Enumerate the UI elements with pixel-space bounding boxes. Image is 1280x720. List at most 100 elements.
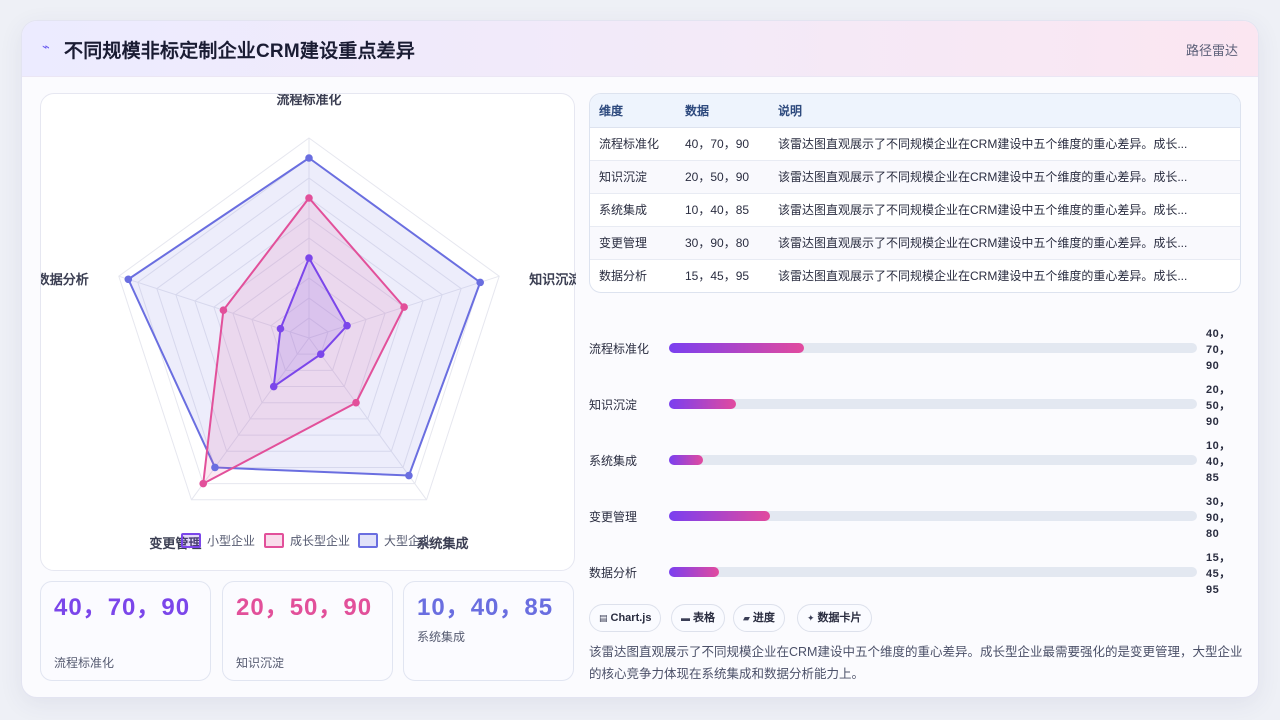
progress-value: 15，45，95 xyxy=(1206,552,1231,596)
table-cell: 该雷达图直观展示了不同规模企业在CRM建设中五个维度的重心差异。成长... xyxy=(769,159,1240,193)
stat-card-2: 20，50，90 知识沉淀 xyxy=(222,581,393,681)
stat-label: 知识沉淀 xyxy=(236,656,285,670)
summary-text: 该雷达图直观展示了不同规模企业在CRM建设中五个维度的重心差异。成长型企业最需要… xyxy=(589,645,1243,681)
progress-row: 数据分析 15，45，95 xyxy=(589,547,1249,597)
progress-fill xyxy=(669,567,720,577)
radar-point xyxy=(343,321,351,330)
table-cell: 知识沉淀 xyxy=(590,159,676,193)
progress-icon: ▰ xyxy=(743,613,750,623)
badge-table[interactable]: ▬ 表格 xyxy=(671,604,725,632)
table-cell: 变更管理 xyxy=(590,225,676,259)
radar-axis-label: 流程标准化 xyxy=(276,94,341,107)
table-icon: ▬ xyxy=(681,613,690,623)
header-tag: 路径雷达 xyxy=(1185,43,1238,58)
progress-fill xyxy=(669,343,804,353)
radar-point xyxy=(124,275,133,284)
table-cell: 40，70，90 xyxy=(676,126,769,160)
badge-chartjs[interactable]: ▤ Chart.js xyxy=(589,604,662,632)
chart-icon: ▤ xyxy=(599,613,608,623)
table-cell: 数据分析 xyxy=(590,258,676,292)
legend-label: 成长型企业 xyxy=(290,533,350,548)
page-title: 不同规模非标定制企业CRM建设重点差异 xyxy=(64,41,416,62)
radar-axis-label: 知识沉淀 xyxy=(529,272,576,287)
progress-fill xyxy=(669,455,703,465)
radar-chart: 流程标准化知识沉淀系统集成变更管理数据分析小型企业成长型企业大型企业 xyxy=(41,94,576,551)
stat-card-1: 40，70，90 流程标准化 xyxy=(40,581,211,681)
column-header: 数据 xyxy=(676,94,769,128)
sparkle-icon: ✦ xyxy=(807,613,815,623)
badge-progress[interactable]: ▰ 进度 xyxy=(733,604,785,632)
progress-row: 知识沉淀 20，50，90 xyxy=(589,379,1249,429)
stat-label: 系统集成 xyxy=(417,630,466,644)
table-cell: 该雷达图直观展示了不同规模企业在CRM建设中五个维度的重心差异。成长... xyxy=(769,126,1240,160)
badge-label: 数据卡片 xyxy=(817,612,862,624)
radar-point xyxy=(405,471,413,480)
radar-point xyxy=(400,303,408,311)
column-header: 维度 xyxy=(590,94,676,128)
legend-swatch xyxy=(358,533,378,548)
progress-value: 20，50，90 xyxy=(1206,384,1231,428)
table-row: 变更管理 30，90，80 该雷达图直观展示了不同规模企业在CRM建设中五个维度… xyxy=(590,225,1240,259)
radar-point xyxy=(305,254,313,262)
badge-label: 进度 xyxy=(752,612,775,624)
progress-row: 流程标准化 40，70，90 xyxy=(589,323,1249,373)
radar-point xyxy=(199,479,207,488)
progress-label: 流程标准化 xyxy=(589,342,650,356)
radar-chart-panel: 流程标准化知识沉淀系统集成变更管理数据分析小型企业成长型企业大型企业 xyxy=(40,93,576,571)
table-cell: 该雷达图直观展示了不同规模企业在CRM建设中五个维度的重心差异。成长... xyxy=(769,258,1240,292)
legend-label: 小型企业 xyxy=(207,533,255,548)
data-table: 维度 数据 说明 流程标准化 40，70，90 该雷达图直观展示了不同规模企业在… xyxy=(589,93,1241,293)
table-cell: 10，40，85 xyxy=(676,192,769,226)
radar-point xyxy=(305,154,313,162)
radar-point xyxy=(219,306,228,314)
legend-swatch xyxy=(181,533,201,548)
table-header-row: 维度 数据 说明 xyxy=(590,94,1240,128)
table-cell: 20，50，90 xyxy=(676,159,769,193)
stat-value: 40，70，90 xyxy=(54,594,191,621)
table-cell: 该雷达图直观展示了不同规模企业在CRM建设中五个维度的重心差异。成长... xyxy=(769,192,1240,226)
stat-value: 10，40，85 xyxy=(417,594,554,621)
progress-track xyxy=(669,399,1197,409)
badge-data-card[interactable]: ✦ 数据卡片 xyxy=(797,604,872,632)
progress-label: 系统集成 xyxy=(589,454,638,468)
progress-track xyxy=(669,455,1197,465)
table-row: 数据分析 15，45，95 该雷达图直观展示了不同规模企业在CRM建设中五个维度… xyxy=(590,258,1240,292)
table-row: 知识沉淀 20，50，90 该雷达图直观展示了不同规模企业在CRM建设中五个维度… xyxy=(590,159,1240,193)
progress-value: 30，90，80 xyxy=(1206,496,1231,540)
radar-point xyxy=(476,278,484,287)
radar-point xyxy=(352,398,360,407)
radar-point xyxy=(276,324,285,333)
table-row: 流程标准化 40，70，90 该雷达图直观展示了不同规模企业在CRM建设中五个维… xyxy=(590,126,1240,160)
dashboard-card: ⌁ 不同规模非标定制企业CRM建设重点差异 路径雷达 流程标准化知识沉淀系统集成… xyxy=(21,20,1259,698)
radar-axis-label: 数据分析 xyxy=(41,272,89,287)
table-cell: 15，45，95 xyxy=(676,258,769,292)
table-cell: 流程标准化 xyxy=(590,126,676,160)
pulse-icon: ⌁ xyxy=(42,39,50,54)
progress-track xyxy=(669,343,1197,353)
radar-point xyxy=(305,194,313,202)
badge-label: Chart.js xyxy=(610,612,652,624)
progress-list: 流程标准化 40，70，90 知识沉淀 20，50，90 系统集成 10，40，… xyxy=(589,305,1249,597)
legend-swatch xyxy=(264,533,284,548)
progress-row: 系统集成 10，40，85 xyxy=(589,435,1249,485)
progress-track xyxy=(669,567,1197,577)
progress-row: 变更管理 30，90，80 xyxy=(589,491,1249,541)
table-cell: 该雷达图直观展示了不同规模企业在CRM建设中五个维度的重心差异。成长... xyxy=(769,225,1240,259)
table-cell: 系统集成 xyxy=(590,192,676,226)
stat-card-3: 10，40，85 系统集成 xyxy=(403,581,574,681)
stat-value: 20，50，90 xyxy=(236,594,373,621)
table-row: 系统集成 10，40，85 该雷达图直观展示了不同规模企业在CRM建设中五个维度… xyxy=(590,192,1240,226)
progress-track xyxy=(669,511,1197,521)
progress-fill xyxy=(669,399,737,409)
progress-value: 40，70，90 xyxy=(1206,328,1231,372)
radar-point xyxy=(269,382,278,391)
radar-point xyxy=(211,463,219,472)
header-bar: ⌁ 不同规模非标定制企业CRM建设重点差异 路径雷达 xyxy=(22,21,1258,77)
progress-value: 10，40，85 xyxy=(1206,440,1231,484)
progress-label: 变更管理 xyxy=(589,510,638,524)
radar-point xyxy=(316,350,325,358)
badge-label: 表格 xyxy=(693,612,715,624)
progress-label: 知识沉淀 xyxy=(589,398,638,412)
column-header: 说明 xyxy=(769,94,1240,128)
progress-label: 数据分析 xyxy=(589,566,638,580)
